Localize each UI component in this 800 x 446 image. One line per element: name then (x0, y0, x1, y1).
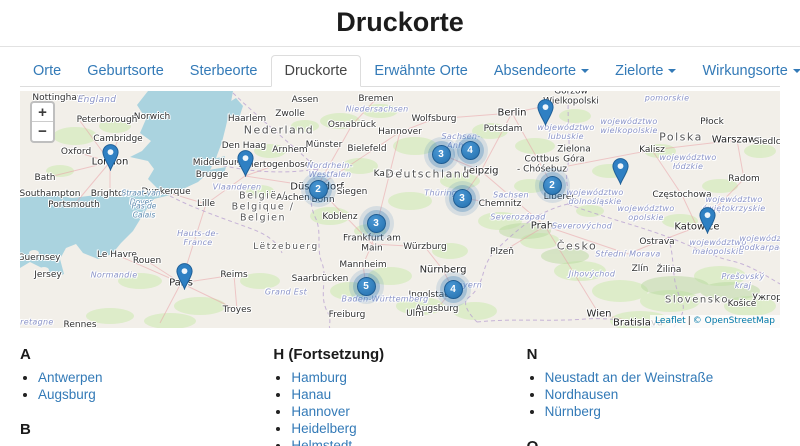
list-item: Antwerpen (38, 369, 273, 386)
index-group: O (527, 438, 780, 446)
list-item: Hannover (291, 403, 526, 420)
place-list: Hamburg Hanau Hannover Heidelberg Helmstedt (273, 369, 526, 446)
cluster-count: 2 (315, 184, 321, 195)
place-link[interactable]: Hanau (291, 387, 331, 402)
tab-zielorte[interactable]: Zielorte (602, 56, 689, 86)
cluster-count: 3 (459, 193, 465, 204)
cluster-count: 4 (450, 284, 456, 295)
title-divider (0, 46, 800, 47)
cluster-count: 5 (363, 281, 369, 292)
cluster-count: 3 (373, 218, 379, 229)
map-marker-cluster[interactable]: 3 (367, 214, 386, 233)
place-link[interactable]: Hannover (291, 404, 350, 419)
map-attribution: Leaflet|© OpenStreetMap (650, 315, 780, 328)
map[interactable]: NottinghamNorwichPeterboroughCambridgeOx… (20, 91, 780, 328)
place-list: Antwerpen Augsburg (20, 369, 273, 403)
index-group: BBasel (20, 421, 273, 446)
zoom-out-button[interactable]: − (32, 122, 53, 141)
index-column: H (Fortsetzung) Hamburg Hanau Hannover Heide… (273, 346, 526, 446)
map-marker-pin[interactable] (102, 144, 119, 171)
tab-orte[interactable]: Orte (20, 56, 74, 86)
tab-label: Erwähnte Orte (374, 63, 468, 79)
map-marker-cluster[interactable]: 5 (357, 277, 376, 296)
index-letter-heading: O (527, 438, 780, 446)
tab-bar: Orte Geburtsorte Sterbeorte Druckorte Erwähn… (20, 55, 780, 87)
place-list: Neustadt an der Weinstraße Nordhausen Nürn… (527, 369, 780, 420)
map-marker-pin[interactable] (176, 263, 193, 290)
map-marker-cluster[interactable]: 2 (309, 180, 328, 199)
place-link[interactable]: Hamburg (291, 370, 347, 385)
caret-down-icon (581, 69, 589, 73)
place-link[interactable]: Augsburg (38, 387, 96, 402)
caret-down-icon (668, 69, 676, 73)
index-column: N Neustadt an der Weinstraße Nordhausen Nür… (527, 346, 780, 446)
cluster-count: 4 (467, 145, 473, 156)
place-link[interactable]: Antwerpen (38, 370, 103, 385)
tab-absendeorte[interactable]: Absendeorte (481, 56, 602, 86)
map-marker-pin[interactable] (612, 158, 629, 185)
list-item: Heidelberg (291, 420, 526, 437)
caret-down-icon (793, 69, 800, 73)
tab-label: Orte (33, 63, 61, 79)
page-title: Druckorte (0, 7, 800, 38)
place-link[interactable]: Helmstedt (291, 438, 352, 446)
tab-label: Geburtsorte (87, 63, 164, 79)
pin-shape (102, 144, 119, 171)
index-group: H (Fortsetzung) Hamburg Hanau Hannover Heide… (273, 346, 526, 446)
tab-label: Wirkungsorte (702, 63, 787, 79)
list-item: Neustadt an der Weinstraße (545, 369, 780, 386)
tab-sterbeorte[interactable]: Sterbeorte (177, 56, 271, 86)
map-marker-pin[interactable] (237, 150, 254, 177)
pin-shape (176, 263, 193, 290)
place-link[interactable]: Neustadt an der Weinstraße (545, 370, 714, 385)
list-item: Helmstedt (291, 437, 526, 446)
map-marker-cluster[interactable]: 3 (432, 145, 451, 164)
osm-link[interactable]: © OpenStreetMap (693, 316, 775, 326)
map-marker-layer: 2 3 4 3 2 3 5 4 (20, 91, 780, 328)
tab-geburtsorte[interactable]: Geburtsorte (74, 56, 177, 86)
pin-shape (699, 207, 716, 234)
place-link[interactable]: Nürnberg (545, 404, 601, 419)
map-marker-cluster[interactable]: 2 (543, 176, 562, 195)
pin-shape (537, 99, 554, 126)
leaflet-link[interactable]: Leaflet (655, 316, 686, 326)
tab-druckorte[interactable]: Druckorte (271, 55, 362, 87)
map-marker-pin[interactable] (537, 99, 554, 126)
tab-label: Druckorte (285, 63, 348, 79)
map-marker-pin[interactable] (699, 207, 716, 234)
index-letter-heading: H (Fortsetzung) (273, 346, 526, 363)
index-group: N Neustadt an der Weinstraße Nordhausen Nür… (527, 346, 780, 420)
list-item: Augsburg (38, 386, 273, 403)
list-item: Hamburg (291, 369, 526, 386)
tab-label: Sterbeorte (190, 63, 258, 79)
attribution-separator: | (688, 316, 691, 326)
list-item: Hanau (291, 386, 526, 403)
pin-shape (612, 158, 629, 185)
tab-wirkungsorte[interactable]: Wirkungsorte (689, 56, 800, 86)
map-marker-cluster[interactable]: 4 (444, 280, 463, 299)
map-marker-cluster[interactable]: 4 (461, 141, 480, 160)
index-column: A Antwerpen Augsburg BBasel (20, 346, 273, 446)
place-link[interactable]: Heidelberg (291, 421, 356, 436)
cluster-count: 3 (438, 149, 444, 160)
cluster-count: 2 (549, 180, 555, 191)
list-item: Nordhausen (545, 386, 780, 403)
tab-erw-hnte-orte[interactable]: Erwähnte Orte (361, 56, 481, 86)
zoom-in-button[interactable]: + (32, 103, 53, 122)
page: Druckorte Orte Geburtsorte Sterbeorte Druck… (0, 7, 800, 446)
tab-label: Absendeorte (494, 63, 576, 79)
index-letter-heading: N (527, 346, 780, 363)
place-link[interactable]: Nordhausen (545, 387, 619, 402)
map-zoom-control: + − (30, 101, 55, 143)
pin-shape (237, 150, 254, 177)
place-index: AAntwerpenAugsburgBBaselH (Fortsetzung)H… (20, 328, 780, 446)
tab-label: Zielorte (615, 63, 663, 79)
index-letter-heading: A (20, 346, 273, 363)
list-item: Nürnberg (545, 403, 780, 420)
map-marker-cluster[interactable]: 3 (453, 189, 472, 208)
index-letter-heading: B (20, 421, 273, 438)
index-group: A Antwerpen Augsburg (20, 346, 273, 403)
